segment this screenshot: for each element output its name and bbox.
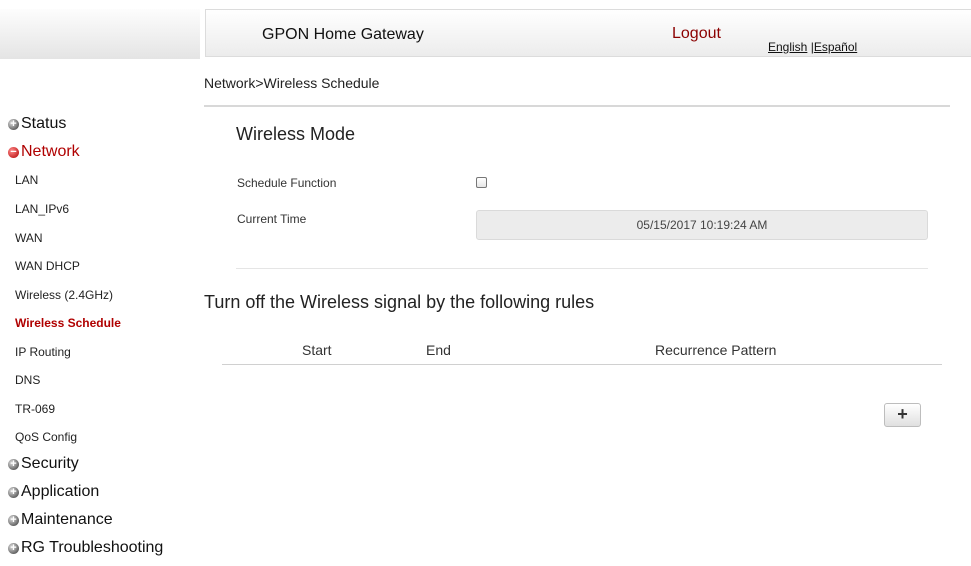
- lang-english-link[interactable]: English: [768, 40, 807, 54]
- nav-security-label: Security: [21, 455, 79, 472]
- current-time-label: Current Time: [237, 212, 307, 226]
- nav-application-label: Application: [21, 483, 100, 500]
- column-header-start: Start: [302, 342, 332, 358]
- app-title: GPON Home Gateway: [262, 26, 424, 43]
- table-header-divider: [222, 364, 942, 365]
- expand-plus-icon: +: [8, 486, 19, 498]
- header-divider: [204, 105, 950, 107]
- expand-plus-icon: +: [8, 118, 19, 130]
- column-header-recurrence: Recurrence Pattern: [655, 342, 777, 358]
- nav-application[interactable]: + Application: [8, 483, 99, 501]
- sidebar-item-wireless-24ghz[interactable]: Wireless (2.4GHz): [15, 288, 113, 302]
- breadcrumb: Network>Wireless Schedule: [204, 75, 380, 91]
- nav-status[interactable]: + Status: [8, 115, 66, 133]
- sidebar-item-tr069[interactable]: TR-069: [15, 402, 55, 416]
- sidebar-item-wireless-schedule[interactable]: Wireless Schedule: [15, 316, 121, 330]
- nav-rg-troubleshooting-label: RG Troubleshooting: [21, 539, 164, 556]
- rules-title: Turn off the Wireless signal by the foll…: [204, 292, 595, 312]
- add-rule-button[interactable]: +: [884, 403, 921, 427]
- sidebar-item-ip-routing[interactable]: IP Routing: [15, 345, 71, 359]
- schedule-function-label: Schedule Function: [237, 176, 337, 190]
- sidebar-item-lan-ipv6[interactable]: LAN_IPv6: [15, 202, 69, 216]
- expand-plus-icon: +: [8, 514, 19, 526]
- nav-status-label: Status: [21, 115, 67, 132]
- sidebar-item-wan-dhcp[interactable]: WAN DHCP: [15, 259, 80, 273]
- language-selector: English |Español: [768, 40, 857, 54]
- current-time-field: 05/15/2017 10:19:24 AM: [476, 210, 928, 240]
- lang-spanish-link[interactable]: Español: [814, 40, 857, 54]
- nav-network-label: Network: [21, 143, 80, 160]
- sidebar-item-lan[interactable]: LAN: [15, 173, 38, 187]
- nav-rg-troubleshooting[interactable]: + RG Troubleshooting: [8, 539, 163, 557]
- nav-maintenance[interactable]: + Maintenance: [8, 511, 113, 529]
- nav-security[interactable]: + Security: [8, 455, 79, 473]
- schedule-function-checkbox[interactable]: [476, 177, 487, 188]
- expand-plus-icon: +: [8, 458, 19, 470]
- nav-maintenance-label: Maintenance: [21, 511, 113, 528]
- expand-plus-icon: +: [8, 542, 19, 554]
- nav-network[interactable]: − Network: [8, 143, 80, 161]
- sidebar-header-bar: [0, 9, 200, 59]
- sidebar-item-qos-config[interactable]: QoS Config: [15, 430, 77, 444]
- column-header-end: End: [426, 342, 451, 358]
- section-title: Wireless Mode: [236, 124, 356, 144]
- logout-link[interactable]: Logout: [672, 25, 721, 43]
- top-header: GPON Home Gateway Logout English |Españo…: [205, 9, 971, 57]
- sidebar-item-dns[interactable]: DNS: [15, 373, 40, 387]
- collapse-minus-icon: −: [8, 146, 19, 158]
- sidebar-item-wan[interactable]: WAN: [15, 231, 43, 245]
- section-divider: [236, 268, 928, 269]
